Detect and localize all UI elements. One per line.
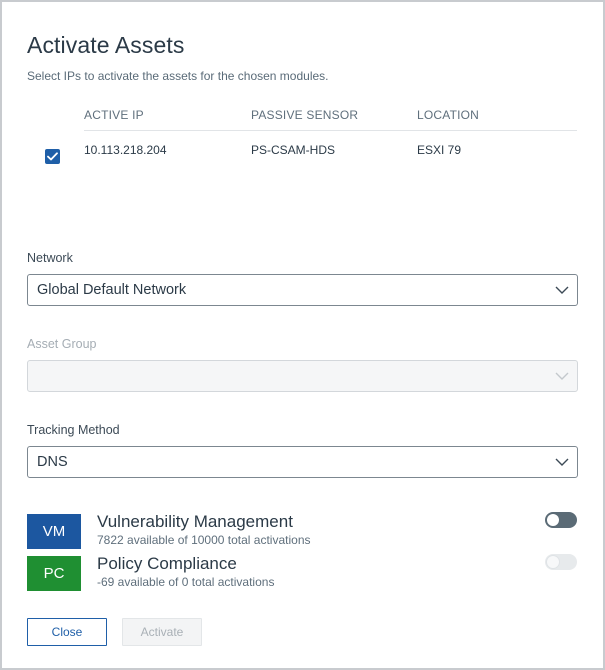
toggle-knob <box>547 556 559 568</box>
vm-module-availability: 7822 available of 10000 total activation… <box>97 533 311 547</box>
tracking-method-select-value: DNS <box>37 454 68 470</box>
row-checkbox[interactable] <box>45 149 60 164</box>
chevron-down-icon <box>555 372 569 380</box>
network-select[interactable]: Global Default Network <box>27 274 578 306</box>
column-header-location: LOCATION <box>417 108 480 122</box>
column-header-active-ip: ACTIVE IP <box>84 108 144 122</box>
pc-module-toggle[interactable] <box>545 554 577 570</box>
vm-module-toggle[interactable] <box>545 512 577 528</box>
chevron-down-icon <box>555 286 569 294</box>
pc-module-badge: PC <box>27 556 81 591</box>
asset-group-select[interactable] <box>27 360 578 392</box>
cell-passive-sensor: PS-CSAM-HDS <box>251 143 336 157</box>
network-label: Network <box>27 251 73 265</box>
pc-module-availability: -69 available of 0 total activations <box>97 575 275 589</box>
pc-module-title: Policy Compliance <box>97 554 237 573</box>
close-button[interactable]: Close <box>27 618 107 646</box>
cell-active-ip: 10.113.218.204 <box>84 143 167 157</box>
column-header-passive-sensor: PASSIVE SENSOR <box>251 108 359 122</box>
check-icon <box>47 152 58 161</box>
vm-module-badge: VM <box>27 514 81 549</box>
dialog-subtitle: Select IPs to activate the assets for th… <box>27 69 329 83</box>
activate-assets-dialog: Activate Assets Select IPs to activate t… <box>0 0 605 670</box>
vm-module-title: Vulnerability Management <box>97 512 293 531</box>
cell-location: ESXI 79 <box>417 143 462 157</box>
dialog-title: Activate Assets <box>27 32 185 58</box>
network-select-value: Global Default Network <box>37 282 187 298</box>
tracking-method-label: Tracking Method <box>27 423 120 437</box>
chevron-down-icon <box>555 458 569 466</box>
asset-group-label: Asset Group <box>27 337 97 351</box>
activate-button[interactable]: Activate <box>122 618 202 646</box>
table-header-divider <box>84 130 577 131</box>
tracking-method-select[interactable]: DNS <box>27 446 578 478</box>
toggle-knob <box>547 514 559 526</box>
